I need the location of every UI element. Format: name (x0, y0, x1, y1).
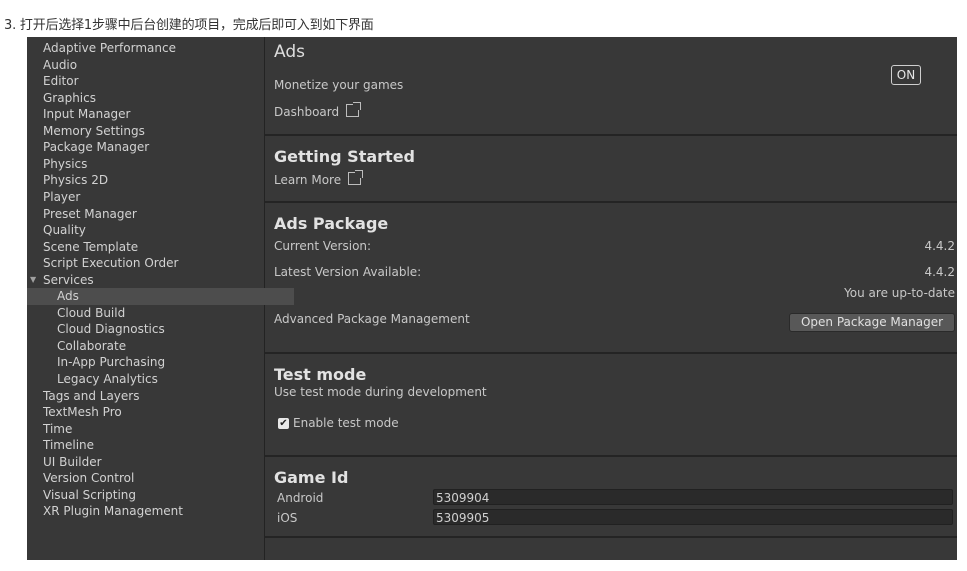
sidebar-item-label: Player (43, 189, 81, 204)
sidebar-item-label: Graphics (43, 90, 96, 105)
sidebar-item-label: Script Execution Order (43, 256, 179, 271)
sidebar-item[interactable]: Graphics (27, 90, 280, 107)
settings-sidebar: Adaptive Performance Audio Editor Graphics I… (27, 37, 294, 560)
sidebar-item[interactable]: Adaptive Performance (27, 40, 280, 57)
sidebar-item[interactable]: ▼ Services (27, 272, 280, 289)
ads-enable-toggle[interactable]: ON (891, 65, 921, 85)
sidebar-item-label: Time (43, 421, 73, 436)
sidebar-item[interactable]: Cloud Build (27, 305, 294, 322)
android-label: Android (277, 491, 324, 505)
current-version-value: 4.4.2 (924, 239, 955, 253)
sidebar-item-label: Cloud Build (57, 305, 126, 320)
sidebar-item-label: Memory Settings (43, 123, 145, 138)
sidebar-item[interactable]: Version Control (27, 470, 280, 487)
test-mode-description: Use test mode during development (274, 385, 487, 399)
divider (265, 134, 957, 136)
sidebar-item-label: Collaborate (57, 338, 127, 353)
sidebar-item[interactable]: UI Builder (27, 454, 280, 471)
ads-package-title: Ads Package (274, 214, 389, 233)
sidebar-item-label: Editor (43, 74, 79, 89)
open-package-manager-button[interactable]: Open Package Manager (789, 313, 955, 332)
latest-version-label: Latest Version Available: (274, 265, 422, 279)
sidebar-item[interactable]: Audio (27, 57, 280, 74)
sidebar-item-label: Legacy Analytics (57, 372, 158, 386)
up-to-date-status: You are up-to-date (844, 286, 955, 300)
sidebar-item[interactable]: Script Execution Order (27, 255, 280, 272)
sidebar-item-label: Input Manager (43, 107, 131, 122)
divider (265, 201, 957, 203)
sidebar-item-label: Scene Template (43, 239, 139, 254)
current-version-label: Current Version: (274, 239, 372, 253)
latest-version-value: 4.4.2 (924, 265, 955, 279)
ads-subtitle: Monetize your games (274, 78, 404, 92)
sidebar-item[interactable]: Visual Scripting (27, 487, 280, 504)
sidebar-item[interactable]: Physics 2D (27, 172, 280, 189)
sidebar-item-label: Services (43, 272, 94, 287)
sidebar-item[interactable]: Player (27, 189, 280, 206)
game-id-title: Game Id (274, 468, 349, 487)
sidebar-item-label: Timeline (43, 438, 95, 453)
sidebar-item[interactable]: Legacy Analytics (27, 371, 294, 388)
sidebar-item[interactable]: TextMesh Pro (27, 404, 280, 421)
enable-test-mode-checkbox[interactable]: ✔ (278, 418, 289, 429)
sidebar-item-label: Version Control (43, 471, 135, 486)
divider (265, 352, 957, 354)
learn-more-label: Learn More (274, 173, 342, 187)
sidebar-item-label: Ads (57, 289, 79, 304)
sidebar-item[interactable]: Collaborate (27, 338, 294, 355)
sidebar-item[interactable]: Physics (27, 156, 280, 173)
sidebar-item[interactable]: Quality (27, 222, 280, 239)
test-mode-title: Test mode (274, 365, 367, 384)
sidebar-item-label: TextMesh Pro (43, 405, 122, 420)
sidebar-item-label: Visual Scripting (43, 487, 136, 502)
sidebar-item[interactable]: Editor (27, 73, 280, 90)
sidebar-item-label: Audio (43, 57, 78, 72)
getting-started-title: Getting Started (274, 147, 415, 166)
learn-more-link[interactable]: Learn More (274, 170, 364, 187)
sidebar-item[interactable]: Scene Template (27, 239, 280, 256)
sidebar-item[interactable]: Ads (27, 288, 294, 305)
enable-test-mode-label: Enable test mode (293, 416, 399, 430)
sidebar-item-label: Package Manager (43, 140, 150, 155)
sidebar-item[interactable]: Cloud Diagnostics (27, 321, 294, 338)
sidebar-item[interactable]: Memory Settings (27, 123, 280, 140)
sidebar-item-label: In-App Purchasing (57, 355, 166, 370)
sidebar-item[interactable]: Package Manager (27, 139, 280, 156)
sidebar-item-label: Adaptive Performance (43, 41, 176, 55)
expand-arrow-icon[interactable]: ▼ (30, 272, 36, 289)
external-link-icon (346, 102, 362, 117)
sidebar-item[interactable]: Time (27, 421, 280, 438)
project-settings-window: Adaptive Performance Audio Editor Graphics I… (27, 37, 957, 560)
android-game-id-field[interactable]: 5309904 (433, 489, 953, 505)
ios-game-id-field[interactable]: 5309905 (433, 509, 953, 525)
dashboard-link[interactable]: Dashboard (274, 102, 362, 119)
sidebar-item-label: Preset Manager (43, 206, 137, 221)
sidebar-item[interactable]: Tags and Layers (27, 388, 280, 405)
ios-label: iOS (277, 511, 298, 525)
sidebar-item[interactable]: XR Plugin Management (27, 503, 280, 520)
sidebar-item-label: Tags and Layers (43, 388, 140, 403)
sidebar-item-label: Physics 2D (43, 173, 109, 188)
page-title: Ads (274, 42, 305, 62)
ads-settings-panel: Ads Monetize your games ON Dashboard Get… (265, 37, 957, 560)
sidebar-item-label: UI Builder (43, 454, 102, 469)
sidebar-item-label: Cloud Diagnostics (57, 322, 165, 337)
sidebar-item[interactable]: Input Manager (27, 106, 280, 123)
divider (265, 455, 957, 457)
caption-text: 3. 打开后选择1步骤中后台创建的项目，完成后即可入到如下界面 (4, 18, 374, 33)
sidebar-item-label: XR Plugin Management (43, 504, 183, 519)
sidebar-item[interactable]: Preset Manager (27, 206, 280, 223)
external-link-icon (348, 170, 364, 185)
sidebar-item-label: Physics (43, 156, 88, 171)
dashboard-label: Dashboard (274, 105, 340, 119)
divider (265, 536, 957, 538)
sidebar-item[interactable]: In-App Purchasing (27, 354, 294, 371)
sidebar-item-label: Quality (43, 223, 86, 238)
advanced-package-label: Advanced Package Management (274, 312, 470, 326)
sidebar-item[interactable]: Timeline (27, 437, 280, 454)
